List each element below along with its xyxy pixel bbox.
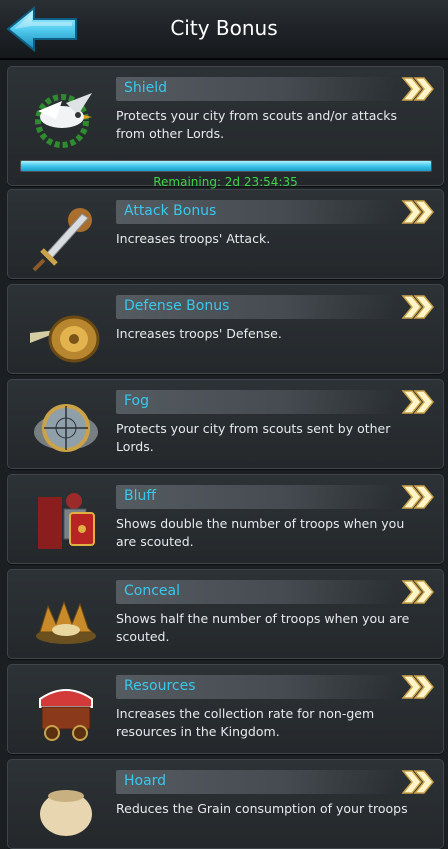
double-chevron-right-icon[interactable] [401, 673, 435, 701]
bonus-card-resources[interactable]: Resources Increases the collection rate … [7, 664, 444, 754]
bonus-description: Reduces the Grain consumption of your tr… [116, 801, 408, 816]
bonus-name-bar: Resources [116, 675, 396, 699]
scope-crosshair-icon [26, 394, 106, 464]
shield-glow-icon [26, 299, 106, 369]
bonus-description: Increases troops' Defense. [116, 326, 282, 341]
double-chevron-right-icon[interactable] [401, 483, 435, 511]
bonus-card-hoard[interactable]: Hoard Reduces the Grain consumption of y… [7, 759, 444, 849]
bonus-name: Attack Bonus [124, 203, 217, 219]
shield-progress-bar [20, 160, 432, 172]
bonus-name-bar: Hoard [116, 770, 396, 794]
bonus-name: Bluff [124, 488, 157, 504]
grain-sack-icon [26, 774, 106, 844]
sword-icon [26, 204, 106, 274]
progress-fill [21, 161, 431, 171]
bonus-card-attack[interactable]: Attack Bonus Increases troops' Attack. [7, 189, 444, 279]
bonus-name: Hoard [124, 773, 167, 789]
bonus-description: Increases troops' Attack. [116, 231, 271, 246]
bonus-description: Shows half the number of troops when you… [116, 611, 410, 644]
bonus-name: Defense Bonus [124, 298, 230, 314]
resource-cart-icon [26, 679, 106, 749]
bonus-description: Protects your city from scouts sent by o… [116, 421, 391, 454]
bonus-card-shield[interactable]: Shield Protects your city from scouts an… [7, 66, 444, 189]
double-chevron-right-icon[interactable] [401, 768, 435, 796]
bonus-name-bar: Attack Bonus [116, 200, 396, 224]
bonus-card-fog[interactable]: Fog Protects your city from scouts sent … [7, 379, 444, 469]
double-chevron-right-icon[interactable] [401, 75, 435, 103]
double-chevron-right-icon[interactable] [401, 388, 435, 416]
armor-banner-icon [26, 489, 106, 559]
page-title: City Bonus [170, 16, 278, 40]
bonus-card-bluff[interactable]: Bluff Shows double the number of troops … [7, 474, 444, 564]
bonus-card-conceal[interactable]: Conceal Shows half the number of troops … [7, 569, 444, 659]
bonus-name-bar: Defense Bonus [116, 295, 396, 319]
bonus-description: Shows double the number of troops when y… [116, 516, 405, 549]
trap-icon [26, 584, 106, 654]
bonus-name: Conceal [124, 583, 180, 599]
bonus-name-bar: Bluff [116, 485, 396, 509]
bonus-card-defense[interactable]: Defense Bonus Increases troops' Defense. [7, 284, 444, 374]
bonus-name: Fog [124, 393, 150, 409]
double-chevron-right-icon[interactable] [401, 578, 435, 606]
remaining-time: Remaining: 2d 23:54:35 [153, 175, 298, 189]
dove-laurel-icon [26, 81, 106, 151]
bonus-name-bar: Conceal [116, 580, 396, 604]
bonus-description: Protects your city from scouts and/or at… [116, 108, 398, 141]
bonus-name: Resources [124, 678, 196, 694]
bonus-name: Shield [124, 80, 168, 96]
bonus-description: Increases the collection rate for non-ge… [116, 706, 375, 739]
double-chevron-right-icon[interactable] [401, 293, 435, 321]
bonus-name-bar: Shield [116, 77, 396, 101]
double-chevron-right-icon[interactable] [401, 198, 435, 226]
header-bar: City Bonus [0, 0, 448, 60]
bonus-name-bar: Fog [116, 390, 396, 414]
